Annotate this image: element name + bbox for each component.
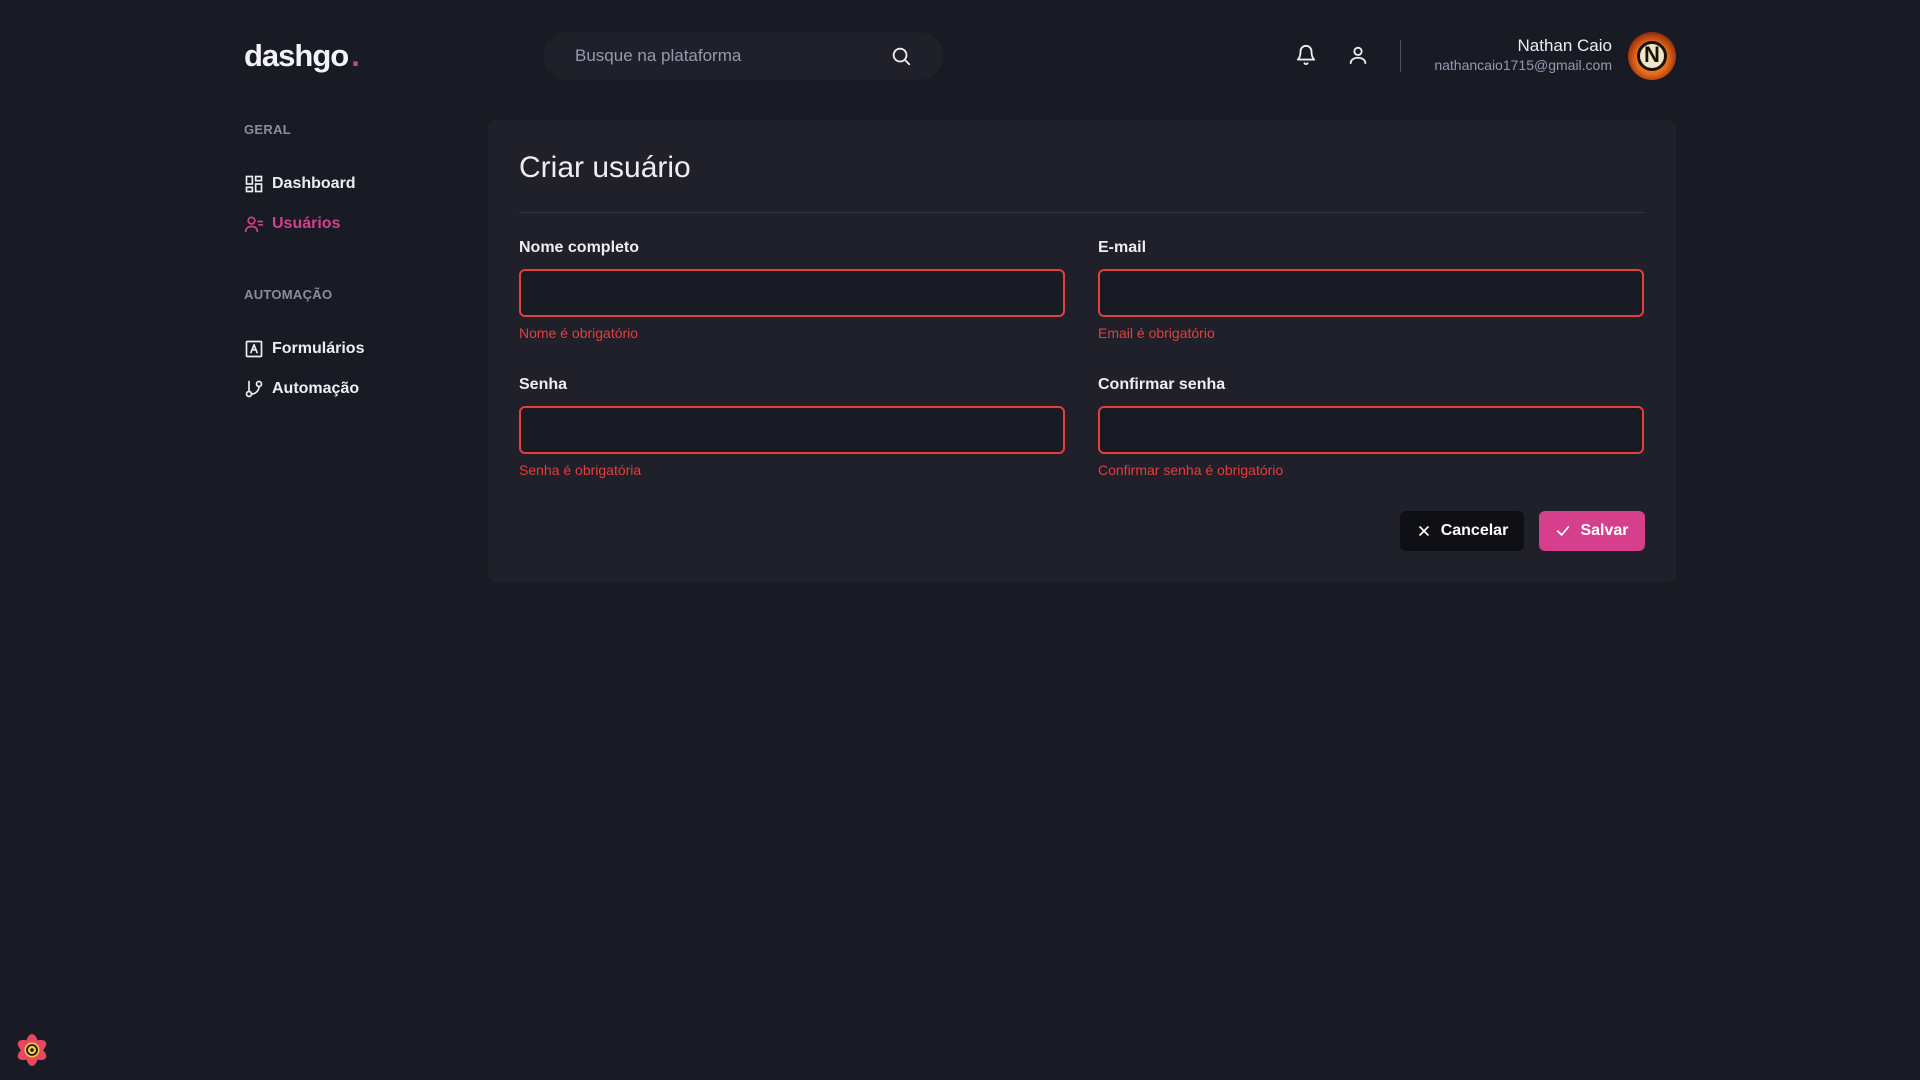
- confirm-password-label: Confirmar senha: [1098, 376, 1226, 393]
- profile-email: nathancaio1715@gmail.com: [1434, 57, 1612, 73]
- save-button-label: Salvar: [1580, 522, 1629, 539]
- confirm-password-field[interactable]: [1098, 406, 1644, 454]
- create-user-card: Criar usuário Nome completo Nome é obrig…: [488, 120, 1676, 582]
- confirm-password-error: Confirmar senha é obrigatório: [1098, 462, 1284, 478]
- sidebar-section-title: GERAL: [244, 122, 291, 137]
- save-button[interactable]: Salvar: [1539, 511, 1645, 551]
- sidebar-item-dashboard[interactable]: Dashboard: [244, 171, 356, 197]
- password-error: Senha é obrigatória: [519, 462, 642, 478]
- sidebar-section-title: AUTOMAÇÃO: [244, 287, 333, 302]
- bell-icon[interactable]: [1295, 44, 1317, 66]
- close-icon: [1418, 526, 1429, 536]
- dashboard-icon: [245, 175, 263, 193]
- user-icon[interactable]: [1347, 44, 1369, 66]
- git-branch-icon: [245, 380, 263, 398]
- name-field[interactable]: [519, 269, 1065, 317]
- sidebar-item-formularios[interactable]: Formulários: [244, 336, 364, 362]
- form-icon: [245, 340, 263, 358]
- sidebar-item-label: Automação: [272, 380, 360, 397]
- search-bar[interactable]: [543, 32, 943, 80]
- header-divider: [1400, 40, 1401, 72]
- password-field[interactable]: [519, 406, 1065, 454]
- email-field[interactable]: [1098, 269, 1644, 317]
- users-icon: [244, 216, 264, 233]
- react-query-devtools-icon[interactable]: [12, 1030, 52, 1070]
- logo[interactable]: dashgo.: [244, 38, 360, 74]
- search-input[interactable]: [575, 32, 875, 80]
- check-icon: [1557, 526, 1570, 536]
- cancel-button[interactable]: Cancelar: [1400, 511, 1524, 551]
- email-label: E-mail: [1098, 239, 1147, 256]
- page-title: Criar usuário: [519, 151, 691, 184]
- cancel-button-label: Cancelar: [1440, 522, 1509, 539]
- sidebar-item-usuarios[interactable]: Usuários: [244, 211, 340, 237]
- email-error: Email é obrigatório: [1098, 325, 1215, 341]
- name-error: Nome é obrigatório: [519, 325, 639, 341]
- sidebar-item-label: Formulários: [272, 340, 365, 357]
- profile-name: Nathan Caio: [1517, 36, 1612, 55]
- sidebar-item-automacao[interactable]: Automação: [244, 376, 359, 402]
- header: dashgo. Nathan Caio nathancaio1715@gmail…: [0, 0, 1920, 112]
- sidebar-item-label: Dashboard: [272, 175, 356, 192]
- sidebar-item-label: Usuários: [272, 215, 341, 232]
- avatar[interactable]: N: [1628, 32, 1676, 80]
- name-label: Nome completo: [519, 239, 640, 256]
- divider: [519, 212, 1645, 213]
- password-label: Senha: [519, 376, 568, 393]
- search-icon[interactable]: [890, 45, 912, 67]
